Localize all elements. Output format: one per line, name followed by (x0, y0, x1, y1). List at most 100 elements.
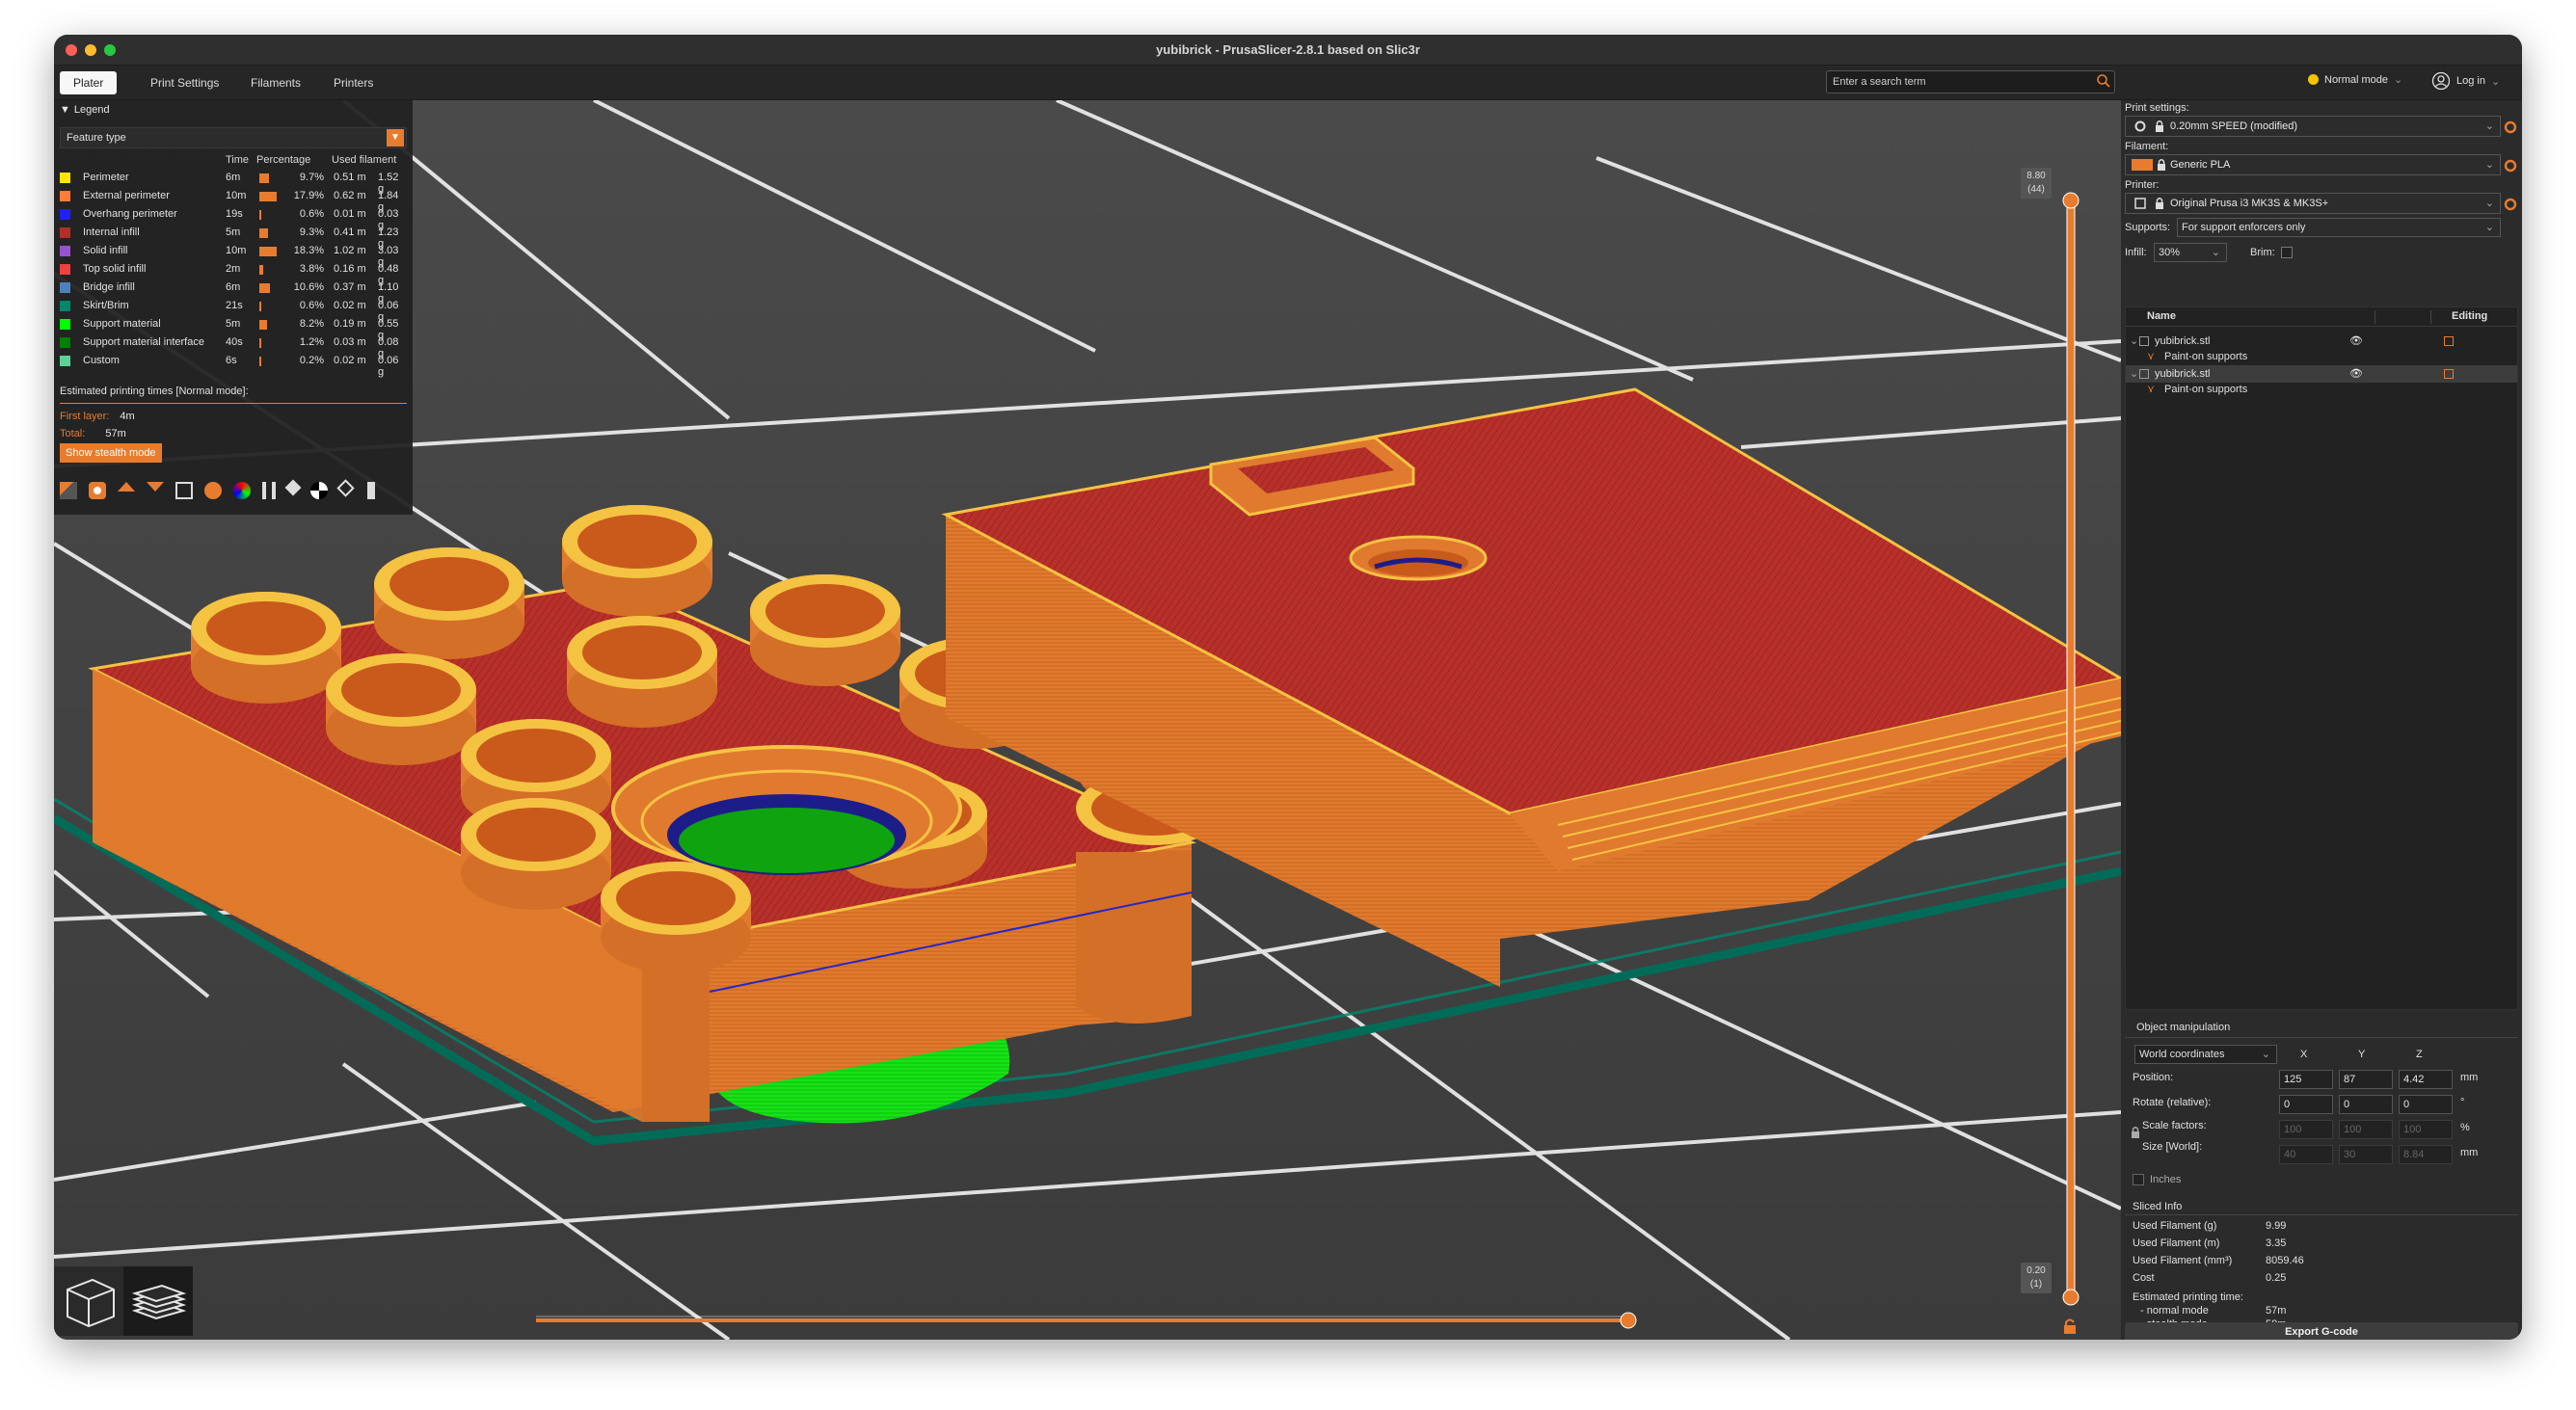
legend-row[interactable]: Custom 6s 0.2% 0.02 m 0.06 g (60, 353, 407, 378)
rotate-y-input[interactable]: 0 (2339, 1095, 2393, 1114)
printer-value: Original Prusa i3 MK3S & MK3S+ (2170, 198, 2329, 209)
layers-view-button[interactable] (123, 1266, 193, 1336)
legend-row[interactable]: External perimeter 10m 17.9% 0.62 m 1.84 g (60, 188, 407, 213)
vertical-slider-bottom-handle[interactable] (2062, 1289, 2080, 1306)
supports-value: For support enforcers only (2182, 222, 2306, 233)
layers-icon (131, 1284, 187, 1320)
position-label: Position: (2133, 1072, 2174, 1083)
deretraction-icon[interactable] (147, 482, 164, 492)
print-settings-gear-icon[interactable] (2503, 120, 2518, 135)
travel-icon[interactable] (60, 482, 77, 499)
pause-icon[interactable] (262, 482, 276, 499)
search-input[interactable]: Enter a search term (1826, 70, 2115, 93)
total-label: Total: (60, 428, 86, 439)
minimize-window-button[interactable] (85, 44, 96, 56)
legend-feature-percentage: 3.8% (299, 263, 324, 275)
legend-row[interactable]: Skirt/Brim 21s 0.6% 0.02 m 0.06 g (60, 298, 407, 323)
size-z-input[interactable]: 8.84 (2399, 1145, 2453, 1164)
legend-row[interactable]: Bridge infill 6m 10.6% 0.37 m 1.10 g (60, 279, 407, 305)
legend-row[interactable]: Overhang perimeter 19s 0.6% 0.01 m 0.03 g (60, 206, 407, 231)
app-window: yubibrick - PrusaSlicer-2.8.1 based on S… (54, 35, 2522, 1340)
tool-marker-icon[interactable] (367, 482, 375, 499)
horizontal-slider-handle[interactable] (1620, 1312, 1637, 1329)
legend-row[interactable]: Solid infill 10m 18.3% 1.02 m 3.03 g (60, 243, 407, 268)
edit-icon[interactable] (2444, 369, 2454, 379)
scale-z-input[interactable]: 100 (2399, 1120, 2453, 1139)
vertical-slider-track[interactable] (2066, 200, 2076, 1298)
top-layer-height: 8.80 (2026, 171, 2046, 181)
estimated-times-title: Estimated printing times [Normal mode]: (60, 386, 249, 397)
mode-selector[interactable]: Normal mode ⌄ (2308, 73, 2402, 86)
position-x-input[interactable]: 125 (2279, 1070, 2333, 1089)
legend-row[interactable]: Top solid infill 2m 3.8% 0.16 m 0.48 g (60, 261, 407, 286)
infill-combo[interactable]: 30% ⌄ (2154, 243, 2227, 262)
retraction-icon[interactable] (118, 482, 135, 492)
wipe-icon[interactable] (89, 482, 106, 499)
chevron-down-icon[interactable]: ▼ (387, 129, 404, 146)
inches-checkbox[interactable] (2133, 1174, 2144, 1185)
object-manipulation-panel: Object manipulation World coordinates ⌄ … (2125, 1022, 2518, 1205)
filament-gear-icon[interactable] (2503, 158, 2518, 173)
color-change-icon[interactable] (233, 482, 251, 499)
coordinates-combo[interactable]: World coordinates ⌄ (2134, 1045, 2277, 1064)
legend-feature-meters: 0.41 m (334, 226, 366, 238)
legend-header[interactable]: ▼ Legend (60, 104, 110, 116)
size-y-input[interactable]: 30 (2339, 1145, 2393, 1164)
filament-color-swatch[interactable] (2132, 159, 2153, 171)
object-list: Name Editing ⌄ yubibrick.stl 👁 ⋎ Paint-o… (2125, 306, 2518, 1010)
supports-label: Supports: (2125, 222, 2171, 233)
edit-icon[interactable] (2444, 336, 2454, 346)
paint-supports-icon: ⋎ (2147, 351, 2156, 362)
printer-combo[interactable]: Original Prusa i3 MK3S & MK3S+ ⌄ (2125, 193, 2501, 214)
scale-y-input[interactable]: 100 (2339, 1120, 2393, 1139)
total-time: Total: 57m (60, 428, 126, 439)
maximize-window-button[interactable] (104, 44, 116, 56)
custom-gcode-icon[interactable] (284, 479, 302, 496)
legend-color-swatch (60, 173, 70, 183)
supports-combo[interactable]: For support enforcers only ⌄ (2177, 218, 2501, 237)
user-icon (2431, 71, 2451, 91)
legend-row[interactable]: Support material interface 40s 1.2% 0.03 m0… (60, 334, 407, 359)
lock-icon[interactable] (2131, 1126, 2140, 1139)
triangle-down-icon: ▼ (60, 104, 70, 116)
object-child-row[interactable]: ⋎ Paint-on supports (2126, 381, 2517, 398)
tool-change-icon[interactable] (204, 482, 222, 499)
title-bar: yubibrick - PrusaSlicer-2.8.1 based on S… (54, 35, 2522, 66)
login-button[interactable]: Log in ⌄ (2431, 71, 2500, 91)
print-settings-combo[interactable]: 0.20mm SPEED (modified) ⌄ (2125, 116, 2501, 137)
rotate-x-input[interactable]: 0 (2279, 1095, 2333, 1114)
show-stealth-mode-button[interactable]: Show stealth mode (60, 443, 162, 463)
legend-feature-name: Overhang perimeter (83, 208, 177, 220)
tab-plater[interactable]: Plater (60, 71, 118, 94)
login-label: Log in (2456, 75, 2485, 87)
tab-print-settings[interactable]: Print Settings (137, 71, 232, 94)
legend-feature-meters: 0.02 m (334, 300, 366, 311)
legend-row[interactable]: Support material 5m 8.2% 0.19 m 0.55 g (60, 316, 407, 341)
legend-feature-name: Support material interface (83, 336, 204, 348)
legend-feature-name: Top solid infill (83, 263, 147, 275)
tab-printers[interactable]: Printers (320, 71, 387, 94)
size-x-input[interactable]: 40 (2279, 1145, 2333, 1164)
tab-filaments[interactable]: Filaments (237, 71, 314, 94)
used-filament-m-value: 3.35 (2266, 1237, 2287, 1249)
rotate-z-input[interactable]: 0 (2399, 1095, 2453, 1114)
export-gcode-button[interactable]: Export G-code (2125, 1322, 2518, 1340)
mode-label: Normal mode (2324, 73, 2389, 86)
scale-x-input[interactable]: 100 (2279, 1120, 2333, 1139)
brim-checkbox[interactable] (2281, 247, 2293, 258)
legend-row[interactable]: Perimeter 6m 9.7% 0.51 m 1.52 g (60, 170, 407, 195)
center-of-gravity-icon[interactable] (310, 482, 328, 499)
seams-icon[interactable] (175, 482, 193, 499)
close-window-button[interactable] (66, 44, 77, 56)
position-y-input[interactable]: 87 (2339, 1070, 2393, 1089)
view-type-combo[interactable]: Feature type ▼ (60, 127, 407, 148)
search-icon[interactable] (2096, 73, 2111, 89)
shells-icon[interactable] (336, 479, 355, 497)
position-z-input[interactable]: 4.42 (2399, 1070, 2453, 1089)
legend-row[interactable]: Internal infill 5m 9.3% 0.41 m 1.23 g (60, 225, 407, 250)
printer-gear-icon[interactable] (2503, 197, 2518, 212)
3d-view-button[interactable] (54, 1266, 123, 1336)
filament-combo[interactable]: Generic PLA ⌄ (2125, 154, 2501, 175)
vertical-slider-top-handle[interactable] (2062, 192, 2080, 209)
object-child-row[interactable]: ⋎ Paint-on supports (2126, 348, 2517, 365)
